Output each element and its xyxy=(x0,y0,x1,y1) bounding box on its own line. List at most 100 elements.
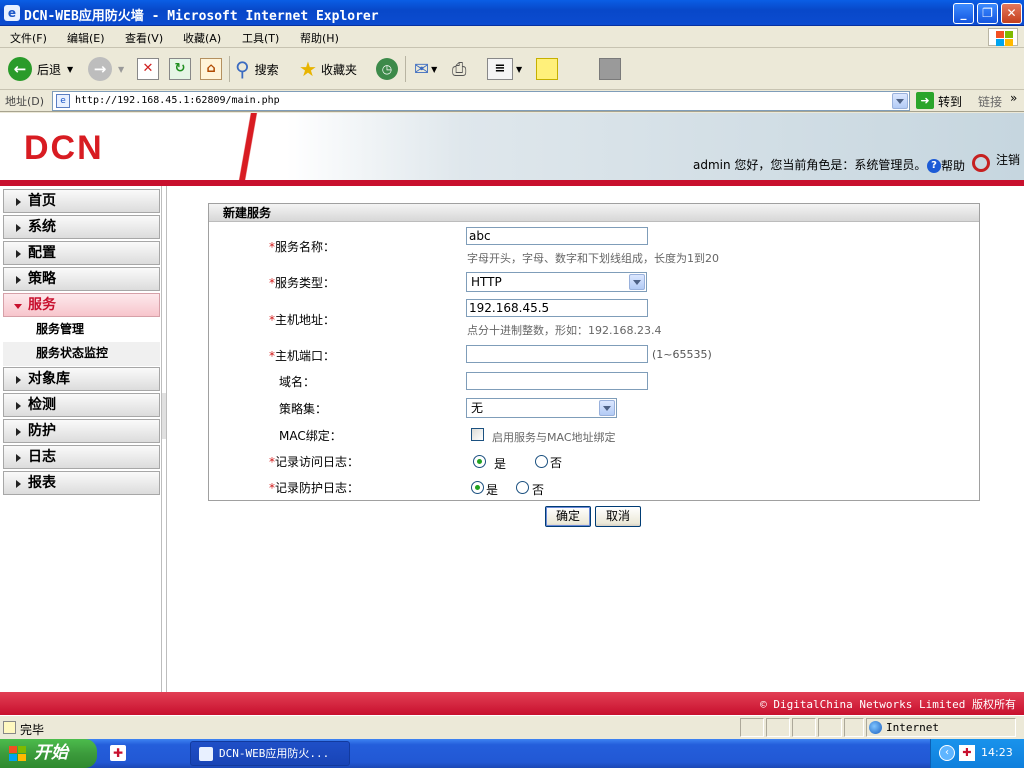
mac-bind-checkbox-label[interactable]: 启用服务与MAC地址绑定 xyxy=(492,429,616,445)
service-type-label: *服务类型： xyxy=(269,276,336,290)
host-port-hint: (1~65535) xyxy=(652,348,712,361)
host-address-hint: 点分十进制整数，形如：192.168.23.4 xyxy=(467,324,662,337)
address-url: http://192.168.45.1:62809/main.php xyxy=(75,95,280,106)
sidebar-item-config[interactable]: 配置 xyxy=(3,241,160,265)
page-done-icon xyxy=(3,721,16,734)
menu-file[interactable]: 文件(F) xyxy=(10,30,47,46)
menu-view[interactable]: 查看(V) xyxy=(125,30,163,46)
access-log-label: *记录访问日志： xyxy=(269,455,360,469)
address-input[interactable]: e http://192.168.45.1:62809/main.php xyxy=(52,91,910,111)
links-chevron-icon[interactable]: » xyxy=(1010,91,1017,105)
key-icon[interactable] xyxy=(972,154,990,172)
windows-flag-icon xyxy=(9,746,26,761)
sidebar-subitem-service-status-monitor[interactable]: 服务状态监控 xyxy=(3,342,160,366)
stop-icon: ✕ xyxy=(137,58,159,80)
minimize-button[interactable]: _ xyxy=(953,3,974,24)
history-button[interactable]: ◷ xyxy=(376,56,398,82)
app-header: DCN admin 您好，您当前角色是：系统管理员。 ? 帮助 注销 xyxy=(0,113,1024,186)
access-log-yes-label[interactable]: 是 xyxy=(494,455,506,472)
menu-tools[interactable]: 工具(T) xyxy=(242,30,279,46)
sidebar-item-object-library[interactable]: 对象库 xyxy=(3,367,160,391)
sidebar-item-log[interactable]: 日志 xyxy=(3,445,160,469)
go-arrow-icon[interactable]: ➜ xyxy=(916,92,934,109)
windows-logo-icon xyxy=(988,28,1018,46)
tray-expand-icon[interactable]: ‹ xyxy=(939,745,955,761)
window-title: DCN-WEB应用防火墙 - Microsoft Internet Explor… xyxy=(24,9,379,24)
print-button[interactable]: ⎙ xyxy=(452,56,466,82)
status-text: 完毕 xyxy=(20,723,45,737)
links-button[interactable]: 链接 xyxy=(978,93,1002,110)
protect-log-yes-label[interactable]: 是 xyxy=(486,481,498,498)
clock: 14:23 xyxy=(981,746,1013,759)
sidebar-item-report[interactable]: 报表 xyxy=(3,471,160,495)
policy-set-value: 无 xyxy=(471,401,484,415)
protect-log-yes-radio[interactable] xyxy=(471,481,484,494)
service-type-select[interactable]: HTTP xyxy=(466,272,647,292)
ie-app-icon: e xyxy=(4,5,20,21)
messenger-button[interactable] xyxy=(599,56,621,82)
menu-favorites[interactable]: 收藏(A) xyxy=(183,30,221,46)
chevron-down-icon[interactable] xyxy=(629,274,645,290)
access-log-no-radio[interactable] xyxy=(535,455,548,468)
window-title-bar[interactable]: e DCN-WEB应用防火墙 - Microsoft Internet Expl… xyxy=(0,0,1024,26)
taskbar-item-ie[interactable]: DCN-WEB应用防火... xyxy=(190,741,350,766)
panel-title: 新建服务 xyxy=(209,204,979,222)
sidebar-item-protection[interactable]: 防护 xyxy=(3,419,160,443)
sidebar-item-system[interactable]: 系统 xyxy=(3,215,160,239)
protect-log-no-radio[interactable] xyxy=(516,481,529,494)
notes-button[interactable] xyxy=(536,56,558,82)
address-bar: 地址(D) e http://192.168.45.1:62809/main.p… xyxy=(0,90,1024,112)
help-link[interactable]: 帮助 xyxy=(941,157,965,174)
mac-bind-checkbox[interactable] xyxy=(471,428,484,441)
maximize-button[interactable]: ❐ xyxy=(977,3,998,24)
ie-taskbar-icon xyxy=(199,747,213,761)
forward-button[interactable]: → ▼ xyxy=(88,56,124,82)
close-button[interactable]: ✕ xyxy=(1001,3,1022,24)
access-log-yes-radio[interactable] xyxy=(473,455,486,468)
cancel-button[interactable]: 取消 xyxy=(595,506,641,527)
start-button[interactable]: 开始 xyxy=(0,739,97,768)
tray-app-icon[interactable]: ✚ xyxy=(959,745,975,761)
stop-button[interactable]: ✕ xyxy=(137,56,159,82)
sidebar-item-service[interactable]: 服务 xyxy=(3,293,160,317)
search-button[interactable]: ⚲ 搜索 xyxy=(235,56,279,82)
go-button[interactable]: 转到 xyxy=(938,93,962,110)
service-name-input[interactable]: abc xyxy=(466,227,648,245)
taskbar: 开始 ✚ DCN-WEB应用防火... ‹ ✚ 14:23 xyxy=(0,739,1024,768)
sidebar-item-detection[interactable]: 检测 xyxy=(3,393,160,417)
host-port-input[interactable] xyxy=(466,345,648,363)
system-tray: ‹ ✚ 14:23 xyxy=(930,739,1024,768)
chevron-down-icon[interactable] xyxy=(599,400,615,416)
sidebar-item-policy[interactable]: 策略 xyxy=(3,267,160,291)
logout-link[interactable]: 注销 xyxy=(996,151,1020,168)
security-zone: Internet xyxy=(886,721,939,734)
host-address-input[interactable]: 192.168.45.5 xyxy=(466,299,648,317)
menu-edit[interactable]: 编辑(E) xyxy=(67,30,105,46)
mail-icon: ✉ xyxy=(414,58,430,80)
messenger-icon xyxy=(599,58,621,80)
address-dropdown-icon[interactable] xyxy=(892,93,908,109)
back-button[interactable]: ← 后退 ▼ xyxy=(8,56,73,82)
help-icon[interactable]: ? xyxy=(927,159,941,173)
ok-button[interactable]: 确定 xyxy=(545,506,591,527)
protect-log-no-label[interactable]: 否 xyxy=(532,481,544,498)
policy-set-select[interactable]: 无 xyxy=(466,398,617,418)
quick-launch-app-icon[interactable]: ✚ xyxy=(110,745,126,761)
favorites-button[interactable]: ★ 收藏夹 xyxy=(299,56,357,82)
home-button[interactable]: ⌂ xyxy=(200,56,222,82)
menu-help[interactable]: 帮助(H) xyxy=(300,30,339,46)
domain-input[interactable] xyxy=(466,372,648,390)
policy-set-label: 策略集： xyxy=(279,402,328,416)
edit-button[interactable]: ≡ ▼ xyxy=(487,56,522,82)
sidebar-subitem-service-management[interactable]: 服务管理 xyxy=(3,318,160,342)
refresh-icon: ↻ xyxy=(169,58,191,80)
menu-bar: 文件(F) 编辑(E) 查看(V) 收藏(A) 工具(T) 帮助(H) xyxy=(0,26,1024,48)
access-log-no-label[interactable]: 否 xyxy=(550,454,562,471)
back-arrow-icon: ← xyxy=(8,57,32,81)
sidebar-item-home[interactable]: 首页 xyxy=(3,189,160,213)
refresh-button[interactable]: ↻ xyxy=(169,56,191,82)
star-icon: ★ xyxy=(299,57,317,81)
home-icon: ⌂ xyxy=(200,58,222,80)
user-greeting: admin 您好，您当前角色是：系统管理员。 xyxy=(693,158,927,172)
mail-button[interactable]: ✉ ▼ xyxy=(414,56,437,82)
